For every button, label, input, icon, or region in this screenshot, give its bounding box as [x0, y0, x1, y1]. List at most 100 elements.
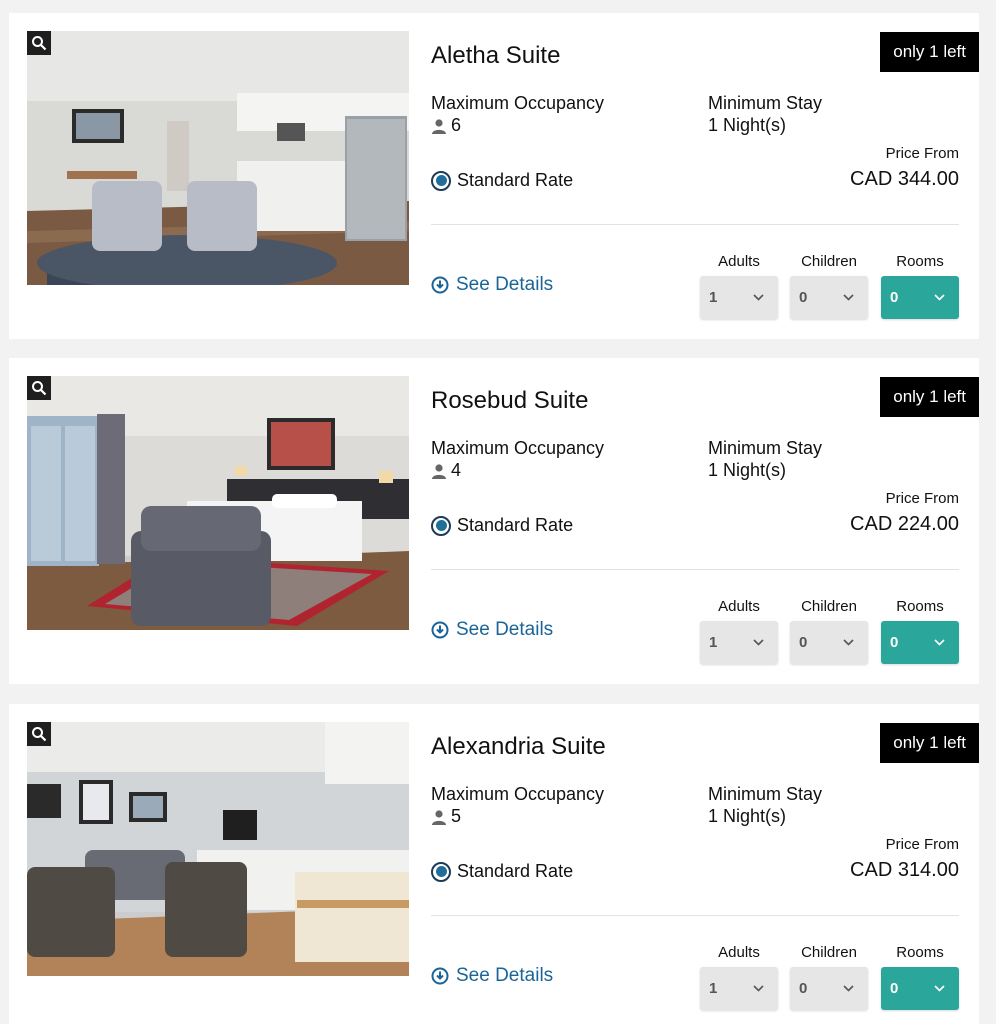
adults-select-value: 1 — [709, 634, 718, 651]
standard-rate-option[interactable]: Standard Rate — [431, 861, 573, 882]
zoom-button[interactable] — [27, 722, 51, 746]
occupancy-label: Maximum Occupancy — [431, 784, 605, 804]
chevron-down-icon — [753, 639, 764, 646]
adults-select[interactable]: 1 — [700, 967, 778, 1010]
rooms-select[interactable]: 0 — [881, 621, 959, 664]
rooms-label: Rooms — [896, 944, 944, 961]
chevron-down-icon — [934, 639, 945, 646]
see-details-label: See Details — [456, 965, 554, 986]
occupancy-label: Maximum Occupancy — [431, 438, 605, 458]
room-title: Aletha Suite — [431, 42, 561, 69]
price-label: Price From — [885, 490, 959, 507]
room-photo[interactable] — [27, 376, 409, 630]
adults-label: Adults — [718, 944, 760, 961]
standard-rate-option[interactable]: Standard Rate — [431, 515, 573, 536]
divider — [431, 224, 959, 225]
chevron-down-icon — [843, 639, 854, 646]
adults-select[interactable]: 1 — [700, 621, 778, 664]
children-select-value: 0 — [799, 634, 808, 651]
occupancy-number: 4 — [451, 460, 462, 480]
children-select[interactable]: 0 — [790, 276, 868, 319]
circle-arrow-down-icon — [431, 967, 449, 985]
magnifier-icon — [32, 36, 47, 51]
see-details-label: See Details — [456, 274, 554, 295]
standard-rate-option[interactable]: Standard Rate — [431, 170, 573, 191]
min-stay-value: 1 Night(s) — [708, 806, 787, 826]
magnifier-icon — [32, 381, 47, 396]
children-label: Children — [801, 598, 857, 615]
room-card: only 1 left Rosebud Suite Maximum Occupa… — [9, 358, 979, 684]
room-card: only 1 left Alexandria Suite Maximum Occ… — [9, 704, 979, 1024]
room-photo-image — [27, 722, 409, 976]
occupancy-label: Maximum Occupancy — [431, 93, 605, 113]
room-list: only 1 left Aletha Suite Maximum Occupan… — [0, 0, 996, 1024]
radio-selected-icon[interactable] — [431, 861, 451, 882]
children-label: Children — [801, 253, 857, 270]
rate-label: Standard Rate — [457, 515, 574, 535]
see-details-link[interactable]: See Details — [431, 965, 553, 987]
magnifier-icon — [32, 727, 47, 742]
rooms-select-value: 0 — [890, 980, 899, 997]
min-stay-value: 1 Night(s) — [708, 460, 787, 480]
circle-arrow-down-icon — [431, 621, 449, 639]
price-label: Price From — [885, 836, 959, 853]
children-select[interactable]: 0 — [790, 967, 868, 1010]
chevron-down-icon — [934, 294, 945, 301]
room-title: Rosebud Suite — [431, 387, 589, 414]
divider — [431, 915, 959, 916]
children-select-value: 0 — [799, 289, 808, 306]
person-icon — [432, 463, 446, 479]
see-details-link[interactable]: See Details — [431, 274, 553, 296]
price-value: CAD 314.00 — [850, 859, 959, 881]
room-card: only 1 left Aletha Suite Maximum Occupan… — [9, 13, 979, 339]
person-icon — [432, 118, 446, 134]
adults-select[interactable]: 1 — [700, 276, 778, 319]
room-photo[interactable] — [27, 722, 409, 976]
children-select[interactable]: 0 — [790, 621, 868, 664]
price-value: CAD 344.00 — [850, 168, 959, 190]
min-stay-label: Minimum Stay — [708, 438, 823, 458]
zoom-button[interactable] — [27, 376, 51, 400]
see-details-link[interactable]: See Details — [431, 619, 553, 641]
rooms-select[interactable]: 0 — [881, 967, 959, 1010]
availability-badge: only 1 left — [880, 723, 979, 763]
rooms-label: Rooms — [896, 598, 944, 615]
radio-selected-icon[interactable] — [431, 170, 451, 191]
chevron-down-icon — [753, 985, 764, 992]
price-value: CAD 224.00 — [850, 513, 959, 535]
chevron-down-icon — [934, 985, 945, 992]
min-stay-label: Minimum Stay — [708, 93, 823, 113]
children-label: Children — [801, 944, 857, 961]
adults-label: Adults — [718, 253, 760, 270]
rooms-select[interactable]: 0 — [881, 276, 959, 319]
rate-label: Standard Rate — [457, 170, 574, 190]
rate-label: Standard Rate — [457, 861, 574, 881]
occupancy-number: 5 — [451, 806, 462, 826]
adults-label: Adults — [718, 598, 760, 615]
chevron-down-icon — [753, 294, 764, 301]
chevron-down-icon — [843, 985, 854, 992]
radio-selected-icon[interactable] — [431, 515, 451, 536]
rooms-label: Rooms — [896, 253, 944, 270]
person-icon — [432, 809, 446, 825]
room-photo-image — [27, 31, 409, 285]
occupancy-value: 4 — [431, 460, 461, 481]
rooms-select-value: 0 — [890, 634, 899, 651]
availability-badge: only 1 left — [880, 32, 979, 72]
see-details-label: See Details — [456, 619, 554, 640]
room-photo[interactable] — [27, 31, 409, 285]
availability-badge: only 1 left — [880, 377, 979, 417]
occupancy-value: 5 — [431, 806, 461, 827]
occupancy-value: 6 — [431, 115, 461, 136]
occupancy-number: 6 — [451, 115, 462, 135]
min-stay-value: 1 Night(s) — [708, 115, 787, 135]
adults-select-value: 1 — [709, 289, 718, 306]
price-label: Price From — [885, 145, 959, 162]
children-select-value: 0 — [799, 980, 808, 997]
divider — [431, 569, 959, 570]
min-stay-label: Minimum Stay — [708, 784, 823, 804]
zoom-button[interactable] — [27, 31, 51, 55]
chevron-down-icon — [843, 294, 854, 301]
rooms-select-value: 0 — [890, 289, 899, 306]
adults-select-value: 1 — [709, 980, 718, 997]
